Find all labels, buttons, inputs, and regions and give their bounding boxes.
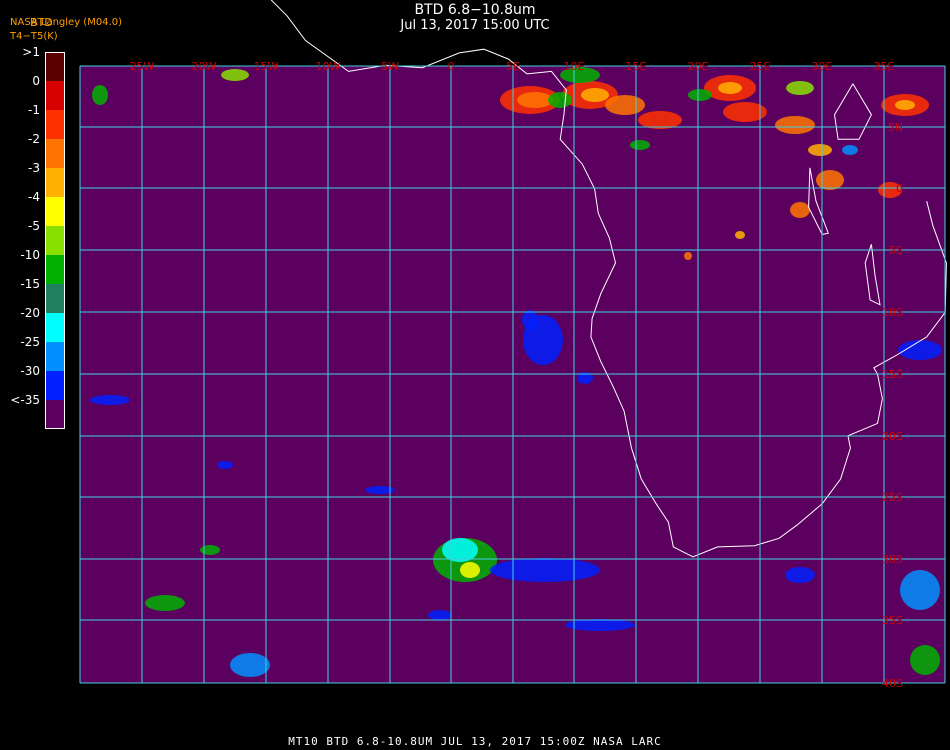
cloud-patch (900, 570, 940, 610)
cloud-patch (684, 252, 692, 260)
cloud-patch (638, 111, 682, 129)
cloud-patch (688, 89, 712, 101)
cloud-patch (428, 610, 452, 620)
lon-label: 25W (130, 60, 155, 73)
cloud-patch (630, 140, 650, 150)
cloud-patch (221, 69, 249, 81)
cloud-patch (490, 558, 600, 582)
lon-label: 15W (254, 60, 279, 73)
lon-label: 10W (316, 60, 341, 73)
cloud-patch (816, 170, 844, 190)
cloud-patch (790, 202, 810, 218)
lon-label: 20E (688, 60, 709, 73)
cloud-patch (517, 92, 553, 108)
cloud-patch (581, 88, 609, 102)
lon-label: 30E (812, 60, 833, 73)
cloud-patch (718, 82, 742, 94)
lat-label: 40S (882, 677, 903, 690)
lon-label: 10E (564, 60, 585, 73)
cloud-patch (910, 645, 940, 675)
cloud-patch (895, 100, 915, 110)
lat-label: 20S (882, 430, 903, 443)
cloud-patch (842, 145, 858, 155)
lon-label: 0 (448, 60, 455, 73)
lon-label: 5E (506, 60, 520, 73)
cloud-patch (735, 231, 745, 239)
cloud-patch (522, 310, 538, 330)
cloud-patch (808, 144, 832, 156)
cloud-patch (145, 595, 185, 611)
cloud-patch (460, 562, 480, 578)
lat-label: 10S (882, 306, 903, 319)
footer-caption: MT10 BTD 6.8-10.8UM JUL 13, 2017 15:00Z … (288, 735, 662, 748)
lat-label: 35S (882, 614, 903, 627)
lon-label: 15E (626, 60, 647, 73)
lon-label: 35E (874, 60, 895, 73)
cloud-patch (775, 116, 815, 134)
cloud-patch (442, 538, 478, 562)
cloud-patch (230, 653, 270, 677)
lat-label: 5S (889, 244, 903, 257)
lat-label: 30S (882, 553, 903, 566)
cloud-patch (200, 545, 220, 555)
lat-label: 0 (896, 182, 903, 195)
satellite-map: 25W 20W 15W 10W 5W 0 5E 10E 15E 20E 25E 30E 35E 5N 0 5S… (79, 0, 947, 690)
cloud-patch (785, 567, 815, 583)
cloud-patch (548, 92, 572, 108)
lat-label: 15S (882, 368, 903, 381)
cloud-patch (605, 95, 645, 115)
cloud-patch (90, 395, 130, 405)
cloud-patch (92, 85, 108, 105)
lon-label: 25E (750, 60, 771, 73)
cloud-patch (565, 619, 635, 631)
cloud-patch (217, 461, 233, 469)
lat-label: 25S (882, 491, 903, 504)
lon-label: 5W (381, 60, 399, 73)
lat-label: 5N (888, 121, 903, 134)
cloud-patch (786, 81, 814, 95)
lon-label: 20W (192, 60, 217, 73)
